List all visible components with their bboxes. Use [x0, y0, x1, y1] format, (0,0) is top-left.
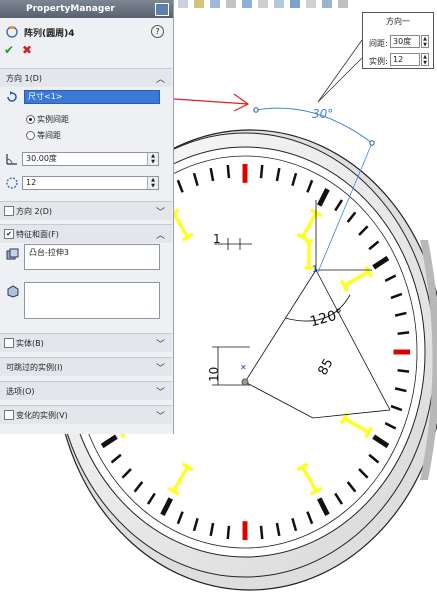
skip-instances-group-header[interactable]: 可跳过的实例(I) ﹀ [0, 357, 172, 376]
chevron-down-icon[interactable]: ﹀ [156, 205, 165, 218]
preview-point-left [253, 107, 259, 113]
spacing-label: 间距: [369, 39, 388, 48]
pivot-point [241, 378, 249, 386]
pivot-cross: ✕ [240, 363, 247, 372]
minute-tick [259, 525, 264, 540]
minute-tick [226, 164, 231, 179]
dialog-leader-2 [317, 57, 363, 103]
direction2-title: 方向 2(D) [16, 207, 53, 216]
width-dimension-text: 1 [213, 232, 221, 246]
origin-marker: 1 [312, 265, 318, 275]
features-to-pattern-icon [6, 248, 19, 261]
cancel-x-icon[interactable]: ✖ [22, 43, 32, 57]
minute-tick [226, 525, 231, 540]
varied-instances-checkbox[interactable] [4, 410, 14, 420]
height-dimension-text: 10 [207, 367, 221, 382]
count-input[interactable]: 12 [390, 53, 420, 66]
instance-count-value: 12 [26, 178, 37, 187]
direction2-group-header[interactable]: 方向 2(D) ﹀ [0, 201, 172, 220]
dialog-leader [317, 39, 363, 103]
bodies-checkbox[interactable] [4, 338, 14, 348]
features-faces-checkbox[interactable]: ✔ [4, 229, 14, 239]
minute-tick [259, 164, 264, 179]
reverse-direction-icon[interactable] [5, 90, 19, 104]
chevron-down-icon[interactable]: ﹀ [156, 361, 165, 374]
bodies-group-header[interactable]: 实体(B) ﹀ [0, 333, 172, 352]
ok-cancel-row: ✔ ✖ [0, 43, 172, 59]
varied-instances-title: 变化的实例(V) [16, 411, 68, 420]
circular-pattern-icon [5, 25, 18, 38]
instance-count-field[interactable]: 12 ▲ ▼ [22, 176, 159, 190]
feature-header: 阵列(圆周)4 ? [0, 22, 172, 42]
angle-field[interactable]: 30.00度 ▲ ▼ [22, 152, 159, 166]
chevron-down-icon[interactable]: ﹀ [156, 337, 165, 350]
spacing-input[interactable]: 30度 [390, 35, 420, 48]
direction-reference-value: 尺寸<1> [28, 92, 63, 101]
chevron-up-icon[interactable]: ︿ [156, 228, 165, 241]
help-icon[interactable]: ? [151, 25, 164, 38]
angle-value: 30.00度 [26, 154, 57, 163]
angle-preview-text: 30° [312, 107, 333, 121]
red-arrow-head [233, 93, 250, 112]
minute-tick [397, 331, 410, 335]
equal-spacing-radio[interactable] [26, 131, 35, 140]
graphics-toolbar[interactable] [178, 0, 348, 8]
skip-instances-title: 可跳过的实例(I) [6, 363, 63, 372]
direction2-checkbox[interactable] [4, 206, 14, 216]
options-group-header[interactable]: 选项(O) ﹀ [0, 381, 172, 400]
chevron-down-icon[interactable]: ﹀ [156, 385, 165, 398]
bodies-title: 实体(B) [16, 339, 44, 348]
chevron-up-icon[interactable]: ︿ [156, 72, 165, 85]
chevron-down-icon[interactable]: ﹀ [156, 409, 165, 422]
count-spinner[interactable]: ▲ ▼ [147, 177, 158, 189]
preview-point-right [369, 140, 375, 146]
panel-title: PropertyManager [26, 4, 115, 14]
direction1-group-header[interactable]: 方向 1(D) ︿ [0, 68, 172, 87]
features-list[interactable]: 凸台-拉伸3 [24, 244, 160, 270]
direction1-title: 方向 1(D) [6, 74, 43, 83]
ok-check-icon[interactable]: ✔ [4, 43, 14, 57]
options-title: 选项(O) [6, 387, 35, 396]
instance-spacing-label: 实例间距 [37, 115, 69, 124]
instance-spacing-radio[interactable] [26, 115, 35, 124]
features-faces-title: 特征和面(F) [16, 230, 59, 239]
minute-tick [397, 369, 410, 373]
features-list-item[interactable]: 凸台-拉伸3 [29, 247, 69, 258]
property-manager-titlebar: PropertyManager [0, 0, 173, 18]
count-label: 实例: [369, 57, 388, 66]
instance-count-icon [5, 176, 19, 190]
feature-name: 阵列(圆周)4 [24, 29, 75, 39]
pin-icon[interactable] [155, 3, 169, 16]
property-manager-panel: PropertyManager 阵列(圆周)4 ? ✔ ✖ 方向 1(D) ︿ … [0, 0, 174, 434]
angle-icon [5, 152, 19, 166]
equal-spacing-label: 等间距 [37, 131, 61, 140]
faces-list[interactable] [24, 282, 160, 319]
direction-reference-field[interactable]: 尺寸<1> [24, 90, 160, 104]
angle-spinner[interactable]: ▲ ▼ [147, 153, 158, 165]
direction-one-dialog: 方向一 间距: 30度 ▲ ▼ 实例: 12 ▲ ▼ [362, 12, 434, 69]
count-input-spinner[interactable]: ▲ ▼ [421, 53, 429, 66]
varied-instances-group-header[interactable]: 变化的实例(V) ﹀ [0, 405, 172, 424]
spacing-spinner[interactable]: ▲ ▼ [421, 35, 429, 48]
dialog-title: 方向一 [386, 17, 410, 26]
faces-to-pattern-icon [6, 285, 19, 298]
features-faces-group-header[interactable]: ✔ 特征和面(F) ︿ [0, 224, 172, 243]
